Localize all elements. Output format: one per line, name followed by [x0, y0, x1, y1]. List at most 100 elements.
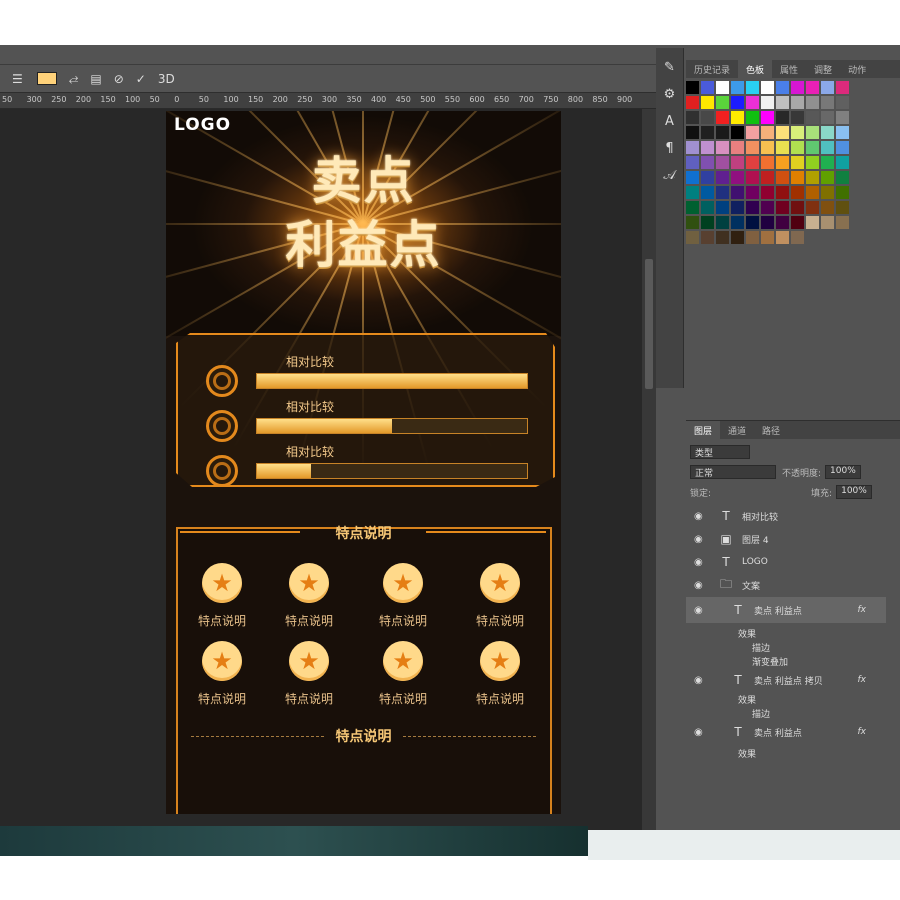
color-swatch[interactable] [836, 111, 849, 124]
color-swatch[interactable] [806, 171, 819, 184]
layer-row[interactable]: ◉ T 相对比较 [686, 505, 886, 527]
color-swatch[interactable] [761, 96, 774, 109]
color-swatch[interactable] [776, 141, 789, 154]
color-swatch[interactable] [806, 141, 819, 154]
color-swatch[interactable] [701, 96, 714, 109]
layer-row[interactable]: ◉ ▣ 图层 4 [686, 528, 886, 550]
effect-stroke[interactable]: 描边 [752, 707, 770, 720]
color-swatch[interactable] [821, 171, 834, 184]
color-swatch[interactable] [731, 156, 744, 169]
color-swatch[interactable] [686, 111, 699, 124]
color-swatch[interactable] [761, 231, 774, 244]
color-swatch[interactable] [731, 216, 744, 229]
color-swatch[interactable] [716, 186, 729, 199]
eye-icon[interactable]: ◉ [694, 580, 706, 591]
color-swatch[interactable] [701, 216, 714, 229]
scroll-thumb[interactable] [645, 259, 653, 389]
tab-layers[interactable]: 图层 [686, 421, 721, 439]
color-swatch[interactable] [731, 186, 744, 199]
color-swatch[interactable] [821, 126, 834, 139]
color-swatch[interactable] [776, 81, 789, 94]
tab-channels[interactable]: 通道 [720, 421, 754, 439]
color-swatch[interactable] [731, 171, 744, 184]
color-swatch[interactable] [716, 156, 729, 169]
character-panel-icon[interactable]: ▤ [90, 72, 101, 86]
glyphs-icon[interactable]: 𝒜 [656, 168, 683, 183]
color-swatch[interactable] [761, 111, 774, 124]
color-swatch[interactable] [761, 186, 774, 199]
color-swatch[interactable] [716, 171, 729, 184]
color-swatch[interactable] [731, 126, 744, 139]
color-swatch[interactable] [761, 156, 774, 169]
layer-group-row[interactable]: ◉ 🗀 文案 [686, 574, 886, 596]
layer-row[interactable]: ◉ T LOGO [686, 551, 886, 573]
eye-icon[interactable]: ◉ [694, 511, 706, 522]
color-swatch[interactable] [806, 126, 819, 139]
color-swatch[interactable] [791, 111, 804, 124]
color-swatch[interactable] [731, 81, 744, 94]
color-swatch[interactable] [821, 141, 834, 154]
color-swatch[interactable] [791, 216, 804, 229]
color-swatch[interactable] [791, 231, 804, 244]
color-swatch[interactable] [731, 141, 744, 154]
color-swatch[interactable] [731, 231, 744, 244]
color-swatch[interactable] [791, 156, 804, 169]
color-swatch[interactable] [746, 81, 759, 94]
color-swatch[interactable] [701, 231, 714, 244]
opacity-input[interactable]: 100% [825, 465, 861, 479]
color-swatch[interactable] [761, 216, 774, 229]
color-swatch[interactable] [806, 216, 819, 229]
color-swatch[interactable] [761, 171, 774, 184]
color-swatch[interactable] [776, 156, 789, 169]
color-swatch[interactable] [791, 96, 804, 109]
color-swatch[interactable] [761, 201, 774, 214]
color-swatch[interactable] [746, 156, 759, 169]
color-swatch[interactable] [776, 171, 789, 184]
tab-adjustments[interactable]: 调整 [806, 60, 840, 78]
fill-input[interactable]: 100% [836, 485, 872, 499]
color-swatch[interactable] [746, 171, 759, 184]
color-swatch[interactable] [836, 156, 849, 169]
effect-gradient-overlay[interactable]: 渐变叠加 [752, 655, 788, 668]
color-swatch[interactable] [776, 126, 789, 139]
color-swatch[interactable] [716, 81, 729, 94]
color-swatch[interactable] [731, 201, 744, 214]
layer-row[interactable]: ◉ T 卖点 利益点 fx [686, 721, 886, 743]
threed-button[interactable]: 3D [158, 72, 175, 86]
color-swatch[interactable] [701, 171, 714, 184]
color-swatch[interactable] [836, 96, 849, 109]
color-swatch[interactable] [821, 96, 834, 109]
color-swatch[interactable] [776, 96, 789, 109]
tab-paths[interactable]: 路径 [754, 421, 788, 439]
color-swatch[interactable] [746, 201, 759, 214]
color-swatch[interactable] [716, 231, 729, 244]
color-swatch[interactable] [701, 81, 714, 94]
tab-swatches[interactable]: 色板 [738, 60, 773, 78]
fx-icon[interactable]: fx [858, 727, 867, 737]
color-swatch[interactable] [836, 141, 849, 154]
color-swatch[interactable] [776, 216, 789, 229]
blend-mode-select[interactable]: 正常 [690, 465, 776, 479]
commit-icon[interactable]: ✓ [136, 72, 146, 86]
color-swatch[interactable] [821, 186, 834, 199]
warp-text-icon[interactable]: ⥄ [69, 71, 79, 86]
align-text-icon[interactable]: ☰ [12, 72, 23, 86]
eye-icon[interactable]: ◉ [694, 675, 706, 686]
color-swatch[interactable] [701, 156, 714, 169]
color-swatch[interactable] [746, 216, 759, 229]
layer-row-selected[interactable]: ◉ T 卖点 利益点 fx [686, 597, 886, 623]
color-swatch[interactable] [836, 81, 849, 94]
color-swatch[interactable] [686, 171, 699, 184]
color-swatch[interactable] [686, 216, 699, 229]
color-swatch[interactable] [716, 126, 729, 139]
color-swatch[interactable] [836, 126, 849, 139]
color-swatch[interactable] [836, 186, 849, 199]
color-swatch[interactable] [761, 141, 774, 154]
color-swatch[interactable] [791, 141, 804, 154]
color-swatch[interactable] [806, 156, 819, 169]
tab-history[interactable]: 历史记录 [686, 60, 738, 78]
color-swatch[interactable] [716, 201, 729, 214]
color-swatch[interactable] [716, 141, 729, 154]
color-swatch[interactable] [806, 201, 819, 214]
eye-icon[interactable]: ◉ [694, 605, 706, 616]
